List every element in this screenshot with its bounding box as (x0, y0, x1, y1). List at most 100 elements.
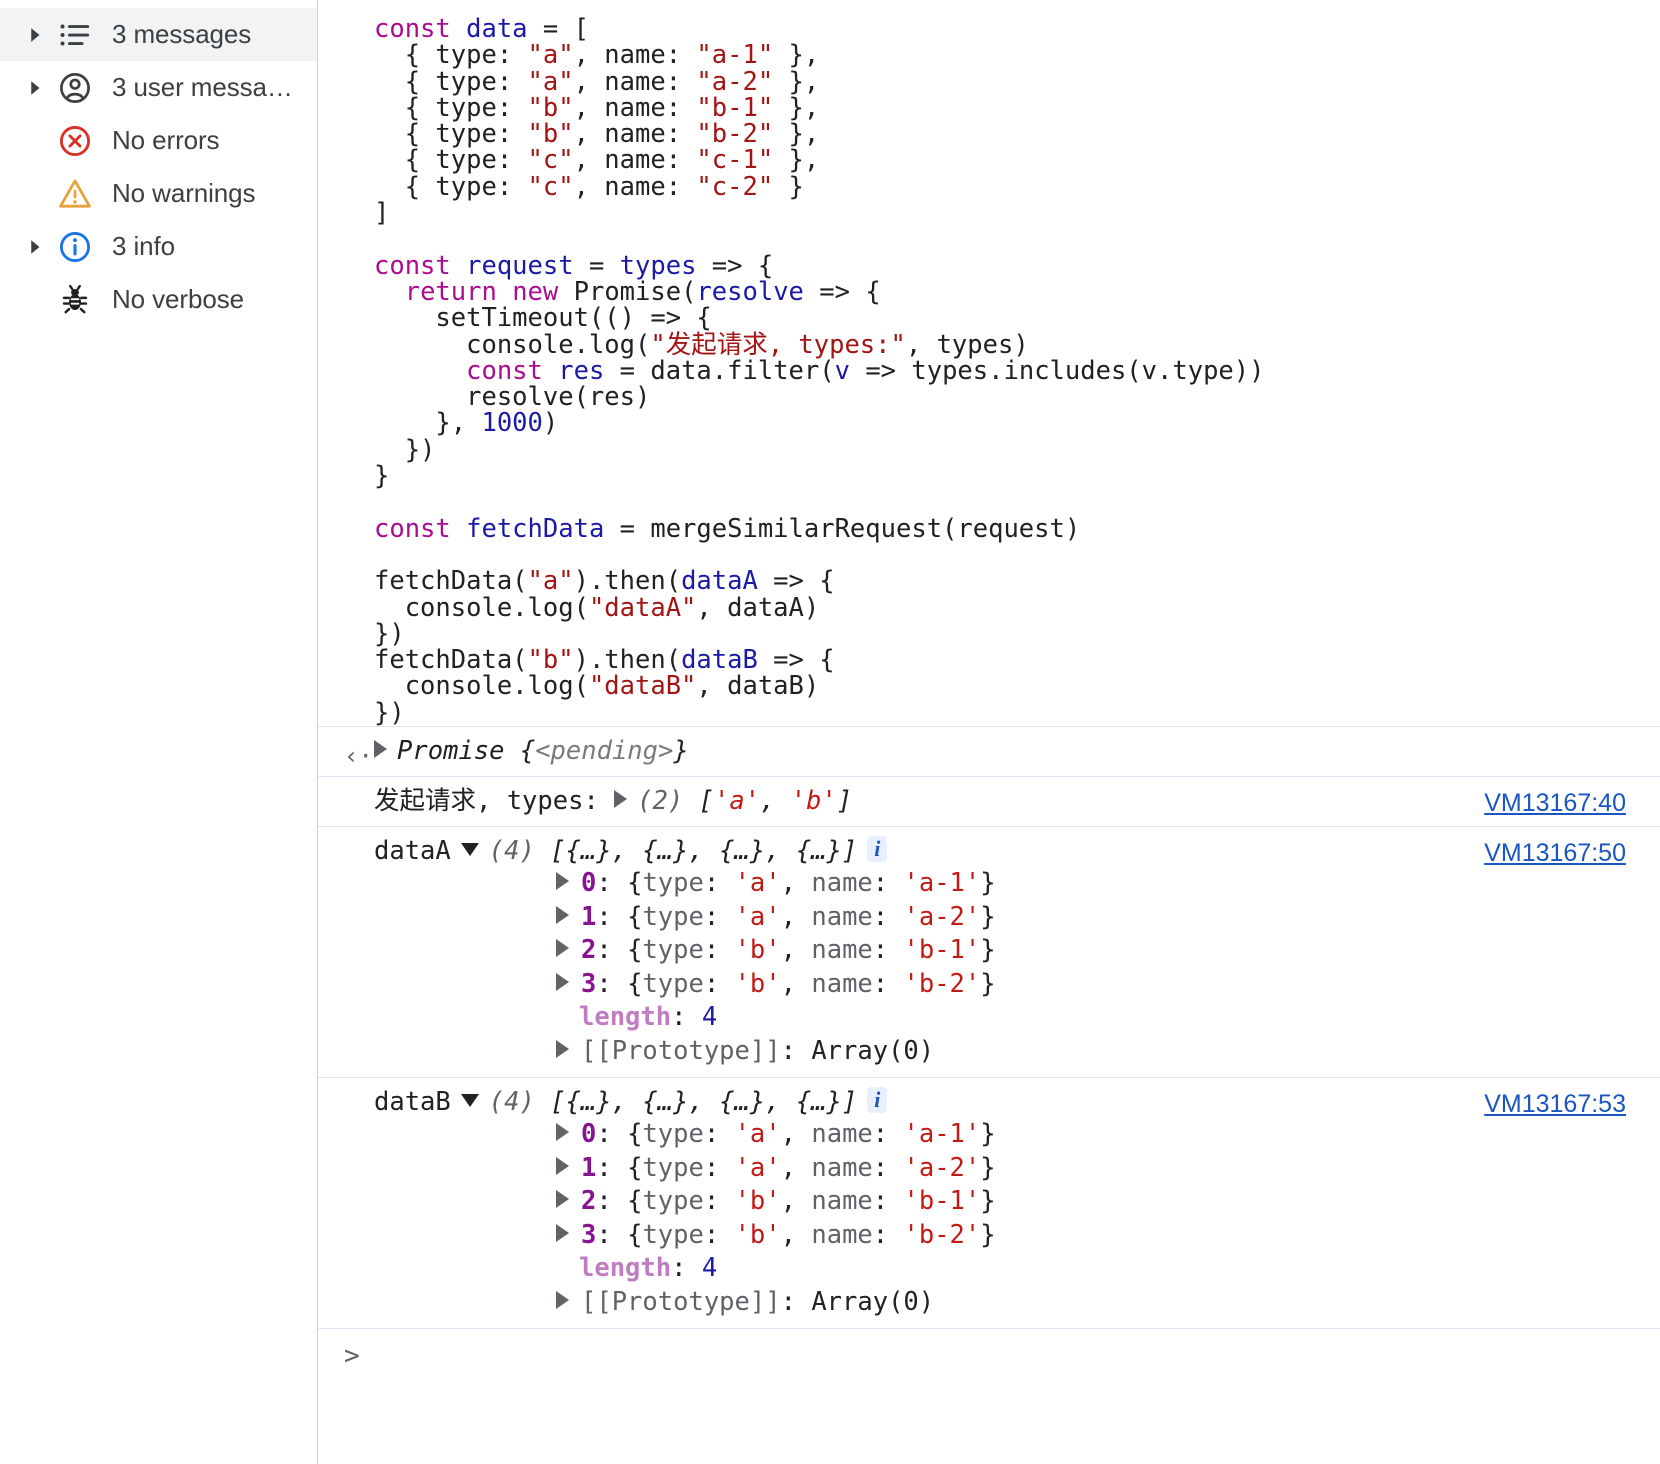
prop-value-type: 'b' (734, 1219, 781, 1250)
object-close-brace: } (980, 1119, 996, 1150)
prop-key-name: name (811, 901, 873, 932)
array-entry-row[interactable]: 1: {type: 'a', name: 'a-2'} (374, 1152, 1660, 1186)
console-log-request[interactable]: 发起请求, types: (2) ['a', 'b'] VM13167:40 (318, 776, 1660, 826)
expand-triangle-icon[interactable] (374, 740, 387, 759)
collapse-triangle-icon[interactable] (460, 843, 479, 857)
prop-colon: : (703, 1119, 735, 1150)
console-log-group[interactable]: dataA (4) [{…}, {…}, {…}, {…}] i 0: {type: … (318, 826, 1660, 1077)
array-count-label: (4) (488, 1087, 535, 1118)
object-open-brace: { (627, 1119, 643, 1150)
prompt-caret: > (344, 1341, 360, 1372)
prototype-value: Array(0) (811, 1035, 935, 1066)
chevron-right-icon[interactable] (22, 238, 48, 256)
sidebar-item-label: No warnings (112, 178, 256, 208)
console-log-group[interactable]: dataB (4) [{…}, {…}, {…}, {…}] i 0: {type: … (318, 1077, 1660, 1328)
expand-triangle-icon[interactable] (556, 1190, 569, 1209)
array-entry-row[interactable]: 0: {type: 'a', name: 'a-1'} (374, 1118, 1660, 1152)
array-entry-row[interactable]: 0: {type: 'a', name: 'a-1'} (374, 867, 1660, 901)
expand-triangle-icon[interactable] (556, 1223, 569, 1242)
sidebar-item-no-verbose[interactable]: No verbose (0, 273, 317, 326)
array-entry-row[interactable]: 2: {type: 'b', name: 'b-1'} (374, 934, 1660, 968)
collapse-triangle-icon[interactable] (460, 1094, 479, 1108)
object-close-brace: } (980, 868, 996, 899)
promise-value-brace-close: } (673, 736, 689, 767)
sidebar-item-label: No verbose (112, 284, 244, 314)
expand-triangle-icon[interactable] (556, 1290, 569, 1309)
code-line: fetchData("a").then(dataA => { (374, 568, 1660, 594)
group-header[interactable]: dataB (4) [{…}, {…}, {…}, {…}] i (374, 1087, 1660, 1118)
array-preview (535, 836, 550, 866)
array-entry-row[interactable]: 3: {type: 'b', name: 'b-2'} (374, 1219, 1660, 1253)
array-prototype-row[interactable]: [[Prototype]]: Array(0) (374, 1035, 1660, 1069)
prop-value-name: 'a-1' (903, 1119, 981, 1150)
source-link[interactable]: VM13167:40 (1484, 788, 1626, 819)
console-messages-pane[interactable]: const data = [ { type: "a", name: "a-1" … (318, 0, 1660, 1464)
prop-colon: : (872, 1119, 904, 1150)
prop-colon: : (703, 968, 735, 999)
entry-colon: : (596, 901, 628, 932)
prop-colon: : (872, 901, 904, 932)
prop-key-type: type (642, 935, 704, 966)
entry-index: 1 (581, 1152, 597, 1183)
object-open-brace: { (627, 1219, 643, 1250)
expand-triangle-icon[interactable] (556, 1156, 569, 1175)
expand-triangle-icon[interactable] (556, 972, 569, 991)
sidebar-item-no-warnings[interactable]: No warnings (0, 167, 317, 220)
prop-key-type: type (642, 868, 704, 899)
prop-colon: : (703, 1152, 735, 1183)
prop-value-type: 'a' (734, 868, 781, 899)
info-badge[interactable]: i (867, 1087, 888, 1114)
array-entry-row[interactable]: 2: {type: 'b', name: 'b-1'} (374, 1185, 1660, 1219)
prop-key-type: type (642, 1152, 704, 1183)
source-link[interactable]: VM13167:50 (1484, 838, 1626, 869)
expand-triangle-icon[interactable] (556, 905, 569, 924)
array-entry-row[interactable]: 1: {type: 'a', name: 'a-2'} (374, 901, 1660, 935)
source-link[interactable]: VM13167:53 (1484, 1089, 1626, 1120)
promise-type-label: Promise (397, 736, 505, 767)
code-line: }) (374, 621, 1660, 647)
console-prompt[interactable]: > (318, 1328, 1660, 1371)
prop-colon: : (703, 901, 735, 932)
code-token: { type: (374, 171, 528, 202)
prop-comma: , (780, 901, 812, 932)
code-line: const fetchData = mergeSimilarRequest(re… (374, 515, 1660, 542)
array-entry-row[interactable]: 3: {type: 'b', name: 'b-2'} (374, 968, 1660, 1002)
expand-triangle-icon[interactable] (556, 1123, 569, 1142)
info-badge[interactable]: i (867, 836, 888, 863)
entry-colon: : (596, 868, 628, 899)
array-item-0: 'a' (713, 786, 761, 817)
code-line: fetchData("b").then(dataB => { (374, 647, 1660, 673)
code-token: ) (542, 408, 559, 439)
prop-comma: , (780, 1186, 812, 1217)
entry-index: 0 (581, 868, 597, 899)
prop-comma: , (780, 868, 812, 899)
console-result-promise[interactable]: ‹· Promise {<pending>} (318, 726, 1660, 776)
code-line: return new Promise(resolve => { (374, 279, 1660, 305)
expand-triangle-icon[interactable] (556, 1039, 569, 1058)
code-line: const res = data.filter(v => types.inclu… (374, 358, 1660, 384)
prop-colon: : (703, 1186, 735, 1217)
array-count-label: (4) (488, 836, 535, 867)
expand-triangle-icon[interactable] (614, 790, 628, 809)
sidebar-item-3-info[interactable]: 3 info (0, 220, 317, 273)
chevron-right-icon[interactable] (22, 79, 48, 97)
sidebar-item-3-messages[interactable]: 3 messages (0, 8, 317, 61)
code-token: "dataB" (588, 671, 697, 702)
sidebar-item-3-user-messa[interactable]: 3 user messa… (0, 61, 317, 114)
object-open-brace: { (627, 1152, 643, 1183)
prop-key-name: name (811, 1186, 873, 1217)
expand-triangle-icon[interactable] (556, 872, 569, 891)
expand-triangle-icon[interactable] (556, 939, 569, 958)
sidebar-item-label: 3 info (112, 231, 176, 261)
code-line (374, 226, 1660, 252)
length-value: 4 (701, 1253, 718, 1284)
entry-index: 0 (581, 1119, 597, 1150)
array-prototype-row[interactable]: [[Prototype]]: Array(0) (374, 1286, 1660, 1320)
group-header[interactable]: dataA (4) [{…}, {…}, {…}, {…}] i (374, 836, 1660, 867)
array-preview (535, 1087, 550, 1117)
length-value: 4 (701, 1002, 718, 1033)
sidebar-item-no-errors[interactable]: No errors (0, 114, 317, 167)
object-open-brace: { (627, 1186, 643, 1217)
chevron-right-icon[interactable] (22, 26, 48, 44)
object-open-brace: { (627, 901, 643, 932)
